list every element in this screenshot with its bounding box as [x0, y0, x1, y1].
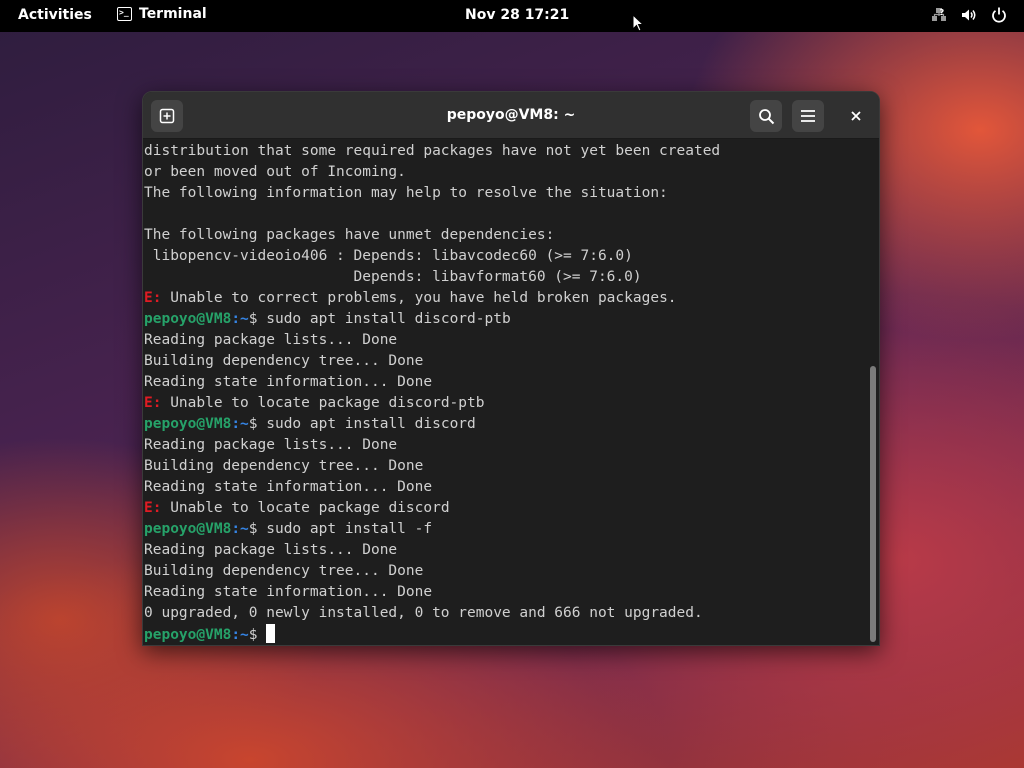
terminal-line: Building dependency tree... Done: [144, 561, 866, 582]
terminal-line: Reading package lists... Done: [144, 435, 866, 456]
mouse-pointer-icon: [632, 14, 644, 32]
terminal-line: pepoyo@VM8:~$ sudo apt install -f: [144, 519, 866, 540]
line-text: libopencv-videoio406 : Depends: libavcod…: [144, 248, 633, 264]
search-icon: [758, 108, 774, 124]
close-icon: [851, 111, 861, 121]
power-icon[interactable]: [990, 6, 1008, 24]
line-text: $ sudo apt install discord: [248, 416, 476, 432]
window-headerbar[interactable]: pepoyo@VM8: ~: [143, 92, 879, 139]
terminal-line: Reading state information... Done: [144, 372, 866, 393]
prompt-user-host: pepoyo@VM8: [144, 416, 232, 432]
search-button[interactable]: [750, 100, 782, 132]
line-text: distribution that some required packages…: [144, 143, 721, 159]
terminal-line: E: Unable to locate package discord-ptb: [144, 393, 866, 414]
terminal-line: E: Unable to locate package discord: [144, 498, 866, 519]
terminal-line: Reading package lists... Done: [144, 330, 866, 351]
terminal-line: 0 upgraded, 0 newly installed, 0 to remo…: [144, 603, 866, 624]
line-text: Depends: libavformat60 (>= 7:6.0): [144, 269, 642, 285]
line-text: or been moved out of Incoming.: [144, 164, 406, 180]
terminal-line: The following packages have unmet depend…: [144, 225, 866, 246]
network-unknown-icon[interactable]: ?: [930, 6, 948, 24]
line-text: Unable to correct problems, you have hel…: [161, 290, 677, 306]
prompt-path: :~: [231, 416, 249, 432]
terminal-line: pepoyo@VM8:~$ sudo apt install discord: [144, 414, 866, 435]
activities-button[interactable]: Activities: [18, 7, 92, 23]
line-text: Reading state information... Done: [144, 479, 433, 495]
close-button[interactable]: [840, 100, 872, 132]
main-menu-button[interactable]: [792, 100, 824, 132]
terminal-line: Reading state information... Done: [144, 582, 866, 603]
line-text: Building dependency tree... Done: [144, 458, 424, 474]
text-cursor: [266, 624, 276, 643]
prompt-user-host: pepoyo@VM8: [144, 627, 232, 643]
line-text: Reading state information... Done: [144, 584, 433, 600]
prompt-path: :~: [231, 627, 249, 643]
hamburger-menu-icon: [801, 110, 815, 122]
line-text: Reading package lists... Done: [144, 437, 398, 453]
terminal-line: E: Unable to correct problems, you have …: [144, 288, 866, 309]
prompt-user-host: pepoyo@VM8: [144, 521, 232, 537]
line-text: Unable to locate package discord-ptb: [161, 395, 485, 411]
line-text: The following packages have unmet depend…: [144, 227, 555, 243]
system-tray[interactable]: ?: [930, 6, 1008, 24]
line-text: Reading package lists... Done: [144, 542, 398, 558]
terminal-line: or been moved out of Incoming.: [144, 162, 866, 183]
error-prefix: E:: [144, 290, 162, 306]
app-menu-label: Terminal: [139, 6, 207, 22]
terminal-scrollbar[interactable]: [867, 140, 879, 645]
line-text: Unable to locate package discord: [161, 500, 450, 516]
volume-icon[interactable]: [960, 6, 978, 24]
terminal-line: pepoyo@VM8:~$: [144, 624, 866, 645]
terminal-line: distribution that some required packages…: [144, 141, 866, 162]
line-text: $: [248, 627, 267, 643]
terminal-icon: >_: [117, 7, 132, 21]
terminal-line: Depends: libavformat60 (>= 7:6.0): [144, 267, 866, 288]
clock[interactable]: Nov 28 17:21: [465, 7, 569, 23]
line-text: Building dependency tree... Done: [144, 563, 424, 579]
svg-text:?: ?: [940, 8, 945, 17]
line-text: Reading package lists... Done: [144, 332, 398, 348]
line-text: The following information may help to re…: [144, 185, 668, 201]
terminal-line: Reading package lists... Done: [144, 540, 866, 561]
prompt-path: :~: [231, 521, 249, 537]
line-text: 0 upgraded, 0 newly installed, 0 to remo…: [144, 605, 703, 621]
line-text: $ sudo apt install -f: [248, 521, 433, 537]
error-prefix: E:: [144, 500, 162, 516]
terminal-line: Building dependency tree... Done: [144, 351, 866, 372]
line-text: $ sudo apt install discord-ptb: [248, 311, 511, 327]
prompt-path: :~: [231, 311, 249, 327]
error-prefix: E:: [144, 395, 162, 411]
terminal-line: libopencv-videoio406 : Depends: libavcod…: [144, 246, 866, 267]
top-bar: Activities >_ Terminal Nov 28 17:21 ?: [0, 0, 1024, 32]
terminal-line: Reading state information... Done: [144, 477, 866, 498]
terminal-line: pepoyo@VM8:~$ sudo apt install discord-p…: [144, 309, 866, 330]
prompt-user-host: pepoyo@VM8: [144, 311, 232, 327]
line-text: Reading state information... Done: [144, 374, 433, 390]
terminal-line: The following information may help to re…: [144, 183, 866, 204]
terminal-output[interactable]: distribution that some required packages…: [144, 140, 866, 645]
line-text: Building dependency tree... Done: [144, 353, 424, 369]
scrollbar-thumb[interactable]: [870, 366, 876, 642]
terminal-window[interactable]: pepoyo@VM8: ~ distribution that some req…: [142, 91, 880, 646]
terminal-line: Building dependency tree... Done: [144, 456, 866, 477]
app-menu-terminal[interactable]: >_ Terminal: [117, 6, 207, 22]
